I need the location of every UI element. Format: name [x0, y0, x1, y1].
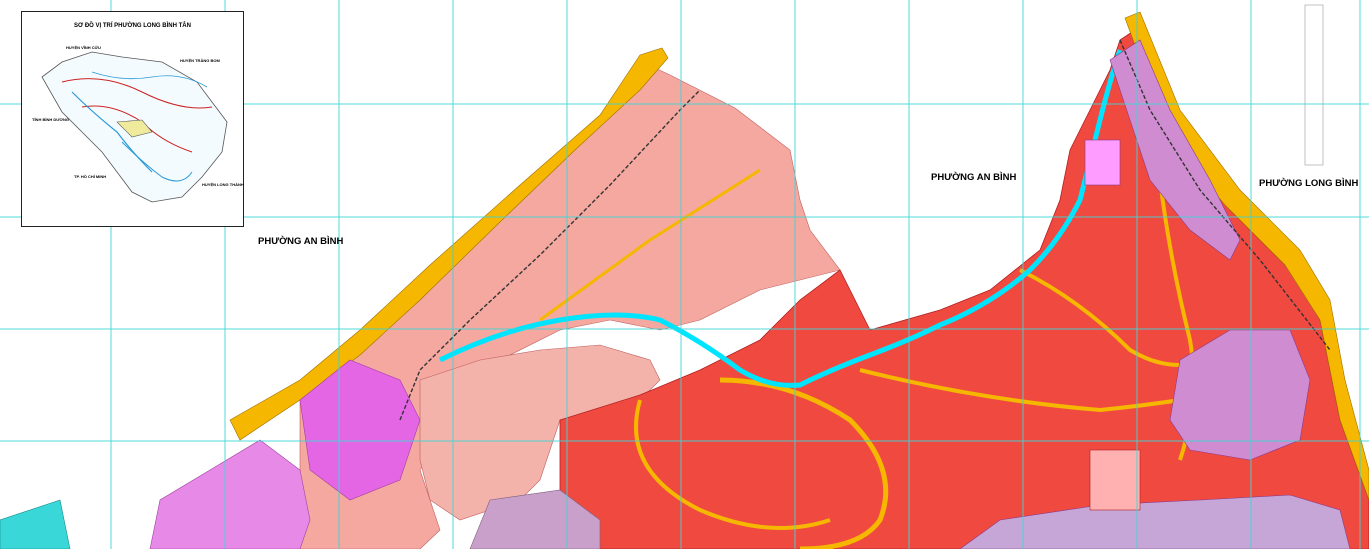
pink-block-2: [1089, 449, 1141, 511]
inset-label-hcm: TP. HỒ CHÍ MINH: [74, 174, 107, 179]
ward-label-an-binh-west: PHƯỜNG AN BÌNH: [258, 236, 344, 247]
inset-label-vinh-cuu: HUYỆN VĨNH CỬU: [66, 45, 101, 50]
pink-block-1: [1084, 139, 1121, 186]
ward-label-long-binh: PHƯỜNG LONG BÌNH: [1259, 178, 1359, 189]
ward-label-an-binh-east: PHƯỜNG AN BÌNH: [931, 172, 1017, 183]
inset-label-binh-duong: TỈNH BÌNH DƯƠNG: [32, 117, 69, 122]
location-inset-map: SƠ ĐỒ VỊ TRÍ PHƯỜNG LONG BÌNH TÂN HUYỆN …: [21, 11, 244, 227]
inset-label-long-thanh: HUYỆN LONG THÀNH: [202, 182, 244, 187]
inset-label-trang-bom: HUYỆN TRẢNG BOM: [180, 58, 220, 63]
